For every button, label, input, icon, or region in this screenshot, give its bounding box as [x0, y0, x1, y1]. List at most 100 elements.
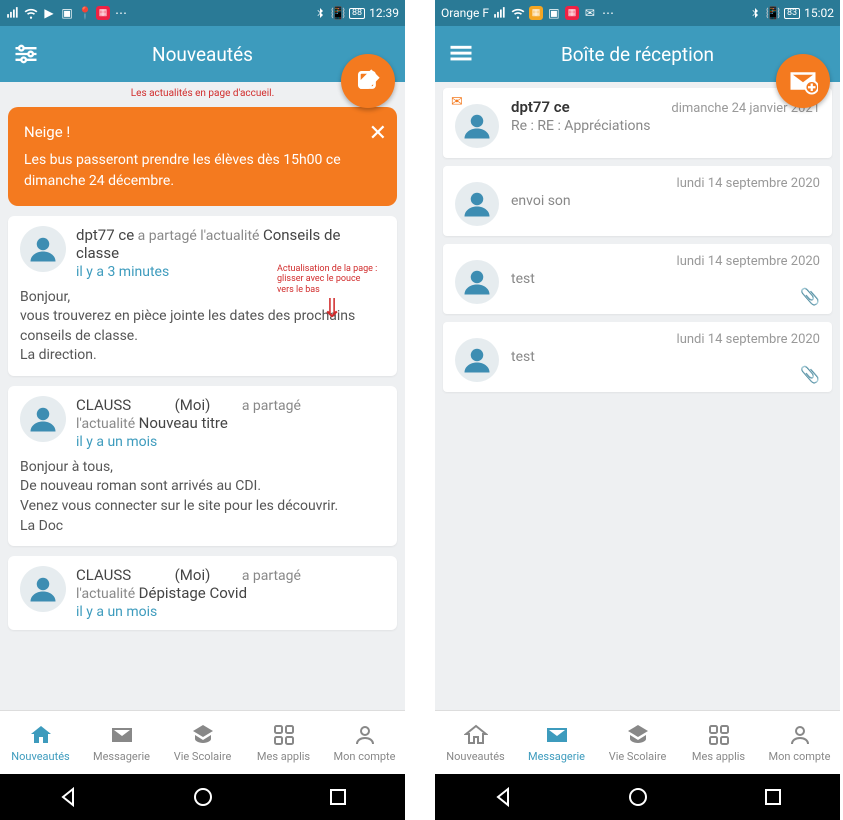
- app-badge-icon: ▦: [565, 6, 579, 20]
- close-icon[interactable]: ✕: [369, 117, 387, 150]
- vibrate-icon: 📳: [766, 6, 780, 20]
- bottom-nav: Nouveautés Messagerie Vie Scolaire Mes a…: [0, 710, 405, 774]
- nav-nouveautes[interactable]: Nouveautés: [0, 723, 81, 763]
- post-action: a partagé: [242, 398, 301, 414]
- apps-icon: ▣: [60, 6, 74, 20]
- alert-body: Les bus passeront prendre les élèves dès…: [24, 150, 381, 192]
- content-area[interactable]: Les actualités en page d'accueil. ✕ Neig…: [0, 82, 405, 710]
- message-subject: test: [511, 349, 820, 365]
- wifi-icon: [24, 6, 38, 20]
- status-bar: Orange F ▦ ▣ ▦ ✉ ⋯ 📳 83 15:02: [435, 0, 840, 26]
- message-row[interactable]: lundi 14 septembre 2020 test 📎: [443, 322, 832, 392]
- post-body: Bonjour à tous, De nouveau roman sont ar…: [20, 458, 385, 536]
- arrow-down-icon: ⇓: [277, 296, 387, 322]
- news-card[interactable]: CLAUSS (Moi) a partagé l'actualité Dépis…: [8, 556, 397, 630]
- mail-icon: ✉: [583, 6, 597, 20]
- post-subject: Nouveau titre: [139, 414, 228, 432]
- message-row[interactable]: lundi 14 septembre 2020 envoi son: [443, 166, 832, 236]
- android-recent-button[interactable]: [326, 785, 350, 809]
- nav-mon-compte[interactable]: Mon compte: [324, 723, 405, 763]
- android-back-button[interactable]: [491, 785, 515, 809]
- attachment-icon: 📎: [800, 365, 820, 384]
- post-actu-prefix: l'actualité: [76, 416, 135, 432]
- alert-banner[interactable]: ✕ Neige ! Les bus passeront prendre les …: [8, 107, 397, 206]
- avatar: [455, 338, 499, 382]
- message-row[interactable]: ✉ dpt77 ce dimanche 24 janvier 2021 Re :…: [443, 88, 832, 158]
- more-icon: ⋯: [601, 6, 615, 20]
- post-actu-prefix: l'actualité: [76, 586, 135, 602]
- android-home-button[interactable]: [626, 785, 650, 809]
- app-header: Nouveautés: [0, 26, 405, 82]
- battery-badge: 88: [349, 8, 365, 19]
- app-header: Boîte de réception: [435, 26, 840, 82]
- avatar: [455, 104, 499, 148]
- play-icon: ▶: [42, 6, 56, 20]
- bluetooth-icon: [748, 6, 762, 20]
- post-author: CLAUSS: [76, 566, 131, 584]
- nav-vie-scolaire[interactable]: Vie Scolaire: [597, 723, 678, 763]
- filter-button[interactable]: [12, 40, 40, 68]
- status-time: 12:39: [369, 6, 399, 20]
- signal-icon: [6, 6, 20, 20]
- message-sender: dpt77 ce: [511, 98, 570, 116]
- avatar: [20, 226, 66, 272]
- header-title: Boîte de réception: [561, 43, 714, 66]
- inbox-content[interactable]: ✉ dpt77 ce dimanche 24 janvier 2021 Re :…: [435, 82, 840, 710]
- nav-messagerie[interactable]: Messagerie: [516, 723, 597, 763]
- android-recent-button[interactable]: [761, 785, 785, 809]
- more-icon: ⋯: [114, 6, 128, 20]
- pin-icon: 📍: [78, 6, 92, 20]
- news-card[interactable]: dpt77 ce a partagé l'actualité Conseils …: [8, 216, 397, 376]
- wifi-icon: [511, 6, 525, 20]
- unread-icon: ✉: [451, 94, 463, 110]
- refresh-annotation: Actualisation de la page : glisser avec …: [277, 264, 387, 322]
- message-date: lundi 14 septembre 2020: [677, 176, 820, 191]
- alert-title: Neige !: [24, 121, 381, 144]
- status-bar: ▶ ▣ 📍 ▦ ⋯ 📳 88 12:39: [0, 0, 405, 26]
- avatar: [455, 182, 499, 226]
- news-card[interactable]: CLAUSS (Moi) a partagé l'actualité Nouve…: [8, 386, 397, 546]
- post-author: dpt77 ce: [76, 226, 134, 244]
- compose-mail-button[interactable]: [776, 54, 830, 108]
- android-nav-bar: [0, 774, 405, 820]
- carrier-label: Orange F: [441, 6, 489, 20]
- post-time: il y a un mois: [76, 604, 385, 620]
- app-badge-icon: ▦: [96, 6, 110, 20]
- message-subject: Re : RE : Appréciations: [511, 118, 820, 134]
- signal-icon: [493, 6, 507, 20]
- app-badge-icon: ▦: [529, 6, 543, 20]
- avatar: [20, 396, 66, 442]
- message-subject: test: [511, 271, 820, 287]
- menu-button[interactable]: [447, 40, 475, 68]
- post-subject: Dépistage Covid: [139, 584, 247, 602]
- phone-left: ▶ ▣ 📍 ▦ ⋯ 📳 88 12:39 Nouveautés Les actu…: [0, 0, 405, 820]
- header-title: Nouveautés: [152, 43, 253, 66]
- nav-mes-applis[interactable]: Mes applis: [243, 723, 324, 763]
- message-subject: envoi son: [511, 193, 820, 209]
- post-action: a partagé l'actualité: [138, 228, 260, 244]
- post-action: a partagé: [242, 568, 301, 584]
- post-author: CLAUSS: [76, 396, 131, 414]
- bluetooth-icon: [313, 6, 327, 20]
- post-author-me: (Moi): [175, 566, 211, 584]
- phone-right: Orange F ▦ ▣ ▦ ✉ ⋯ 📳 83 15:02 Boîte de: [435, 0, 840, 820]
- post-author-me: (Moi): [175, 396, 211, 414]
- apps-icon: ▣: [547, 6, 561, 20]
- nav-mes-applis[interactable]: Mes applis: [678, 723, 759, 763]
- vibrate-icon: 📳: [331, 6, 345, 20]
- message-row[interactable]: lundi 14 septembre 2020 test 📎: [443, 244, 832, 314]
- nav-vie-scolaire[interactable]: Vie Scolaire: [162, 723, 243, 763]
- battery-badge: 83: [784, 8, 800, 19]
- bottom-nav: Nouveautés Messagerie Vie Scolaire Mes a…: [435, 710, 840, 774]
- message-date: lundi 14 septembre 2020: [677, 254, 820, 269]
- nav-mon-compte[interactable]: Mon compte: [759, 723, 840, 763]
- nav-nouveautes[interactable]: Nouveautés: [435, 723, 516, 763]
- android-home-button[interactable]: [191, 785, 215, 809]
- status-time: 15:02: [804, 6, 834, 20]
- nav-messagerie[interactable]: Messagerie: [81, 723, 162, 763]
- compose-button[interactable]: [341, 54, 395, 108]
- android-nav-bar: [435, 774, 840, 820]
- attachment-icon: 📎: [800, 287, 820, 306]
- message-date: lundi 14 septembre 2020: [677, 332, 820, 347]
- android-back-button[interactable]: [56, 785, 80, 809]
